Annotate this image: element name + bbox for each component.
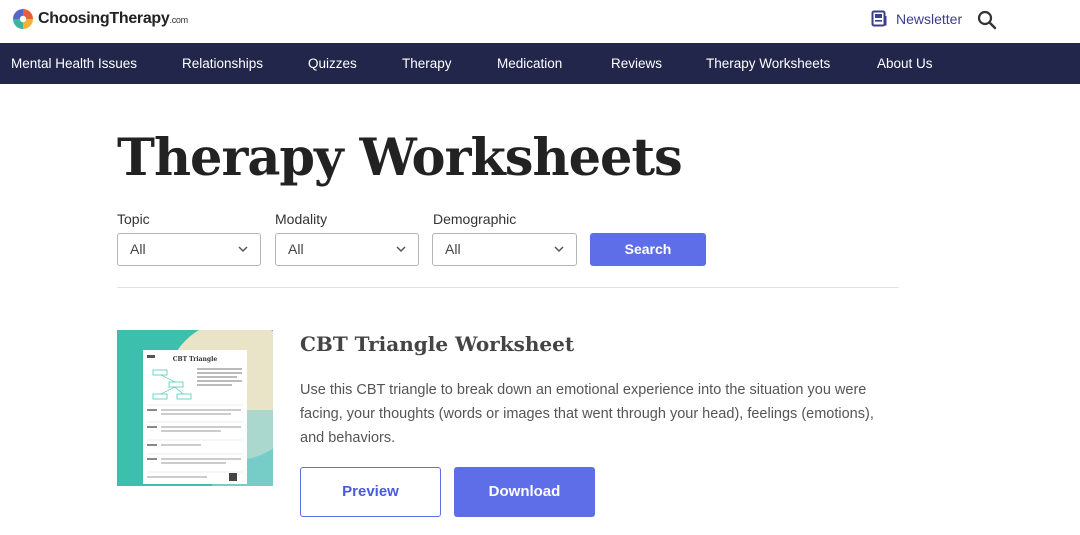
worksheet-title[interactable]: CBT Triangle Worksheet [300, 332, 574, 356]
nav-item-mental-health-issues[interactable]: Mental Health Issues [11, 43, 137, 84]
nav-item-medication[interactable]: Medication [497, 43, 562, 84]
thumbnail-title: CBT Triangle [173, 356, 218, 363]
newsletter-link[interactable]: Newsletter [871, 10, 962, 27]
demographic-select-value: All [445, 241, 461, 257]
topic-select-value: All [130, 241, 146, 257]
demographic-filter-label: Demographic [433, 211, 517, 227]
modality-filter-label: Modality [275, 211, 328, 227]
site-logo[interactable]: ChoosingTherapy.com [12, 8, 188, 30]
preview-button[interactable]: Preview [300, 467, 441, 517]
topic-filter-label: Topic [117, 211, 150, 227]
newsletter-label: Newsletter [896, 10, 963, 27]
choosingtherapy-logo-icon [13, 9, 33, 29]
newsletter-icon [871, 10, 887, 27]
main-navigation: Mental Health Issues Relationships Quizz… [0, 43, 1080, 84]
chevron-down-icon [554, 246, 564, 253]
chevron-down-icon [396, 246, 406, 253]
logo-suffix: .com [169, 15, 189, 25]
worksheet-preview-image: CBT Triangle [117, 330, 273, 486]
divider [117, 287, 899, 288]
modality-select-value: All [288, 241, 304, 257]
worksheet-thumbnail[interactable]: CBT Triangle [117, 330, 273, 486]
search-icon[interactable] [977, 10, 997, 30]
nav-item-reviews[interactable]: Reviews [611, 43, 662, 84]
site-header: ChoosingTherapy.com Newsletter [0, 0, 1080, 43]
nav-item-relationships[interactable]: Relationships [182, 43, 263, 84]
nav-item-therapy[interactable]: Therapy [402, 43, 452, 84]
topic-select[interactable]: All [117, 233, 261, 266]
worksheet-description: Use this CBT triangle to break down an e… [300, 382, 874, 446]
chevron-down-icon [238, 246, 248, 253]
nav-item-quizzes[interactable]: Quizzes [308, 43, 357, 84]
modality-select[interactable]: All [275, 233, 419, 266]
demographic-select[interactable]: All [432, 233, 577, 266]
nav-item-about-us[interactable]: About Us [877, 43, 933, 84]
logo-text: ChoosingTherapy [38, 10, 170, 27]
nav-item-therapy-worksheets[interactable]: Therapy Worksheets [706, 43, 830, 84]
search-button[interactable]: Search [590, 233, 706, 266]
download-button[interactable]: Download [454, 467, 595, 517]
page-title: Therapy Worksheets [117, 128, 683, 188]
